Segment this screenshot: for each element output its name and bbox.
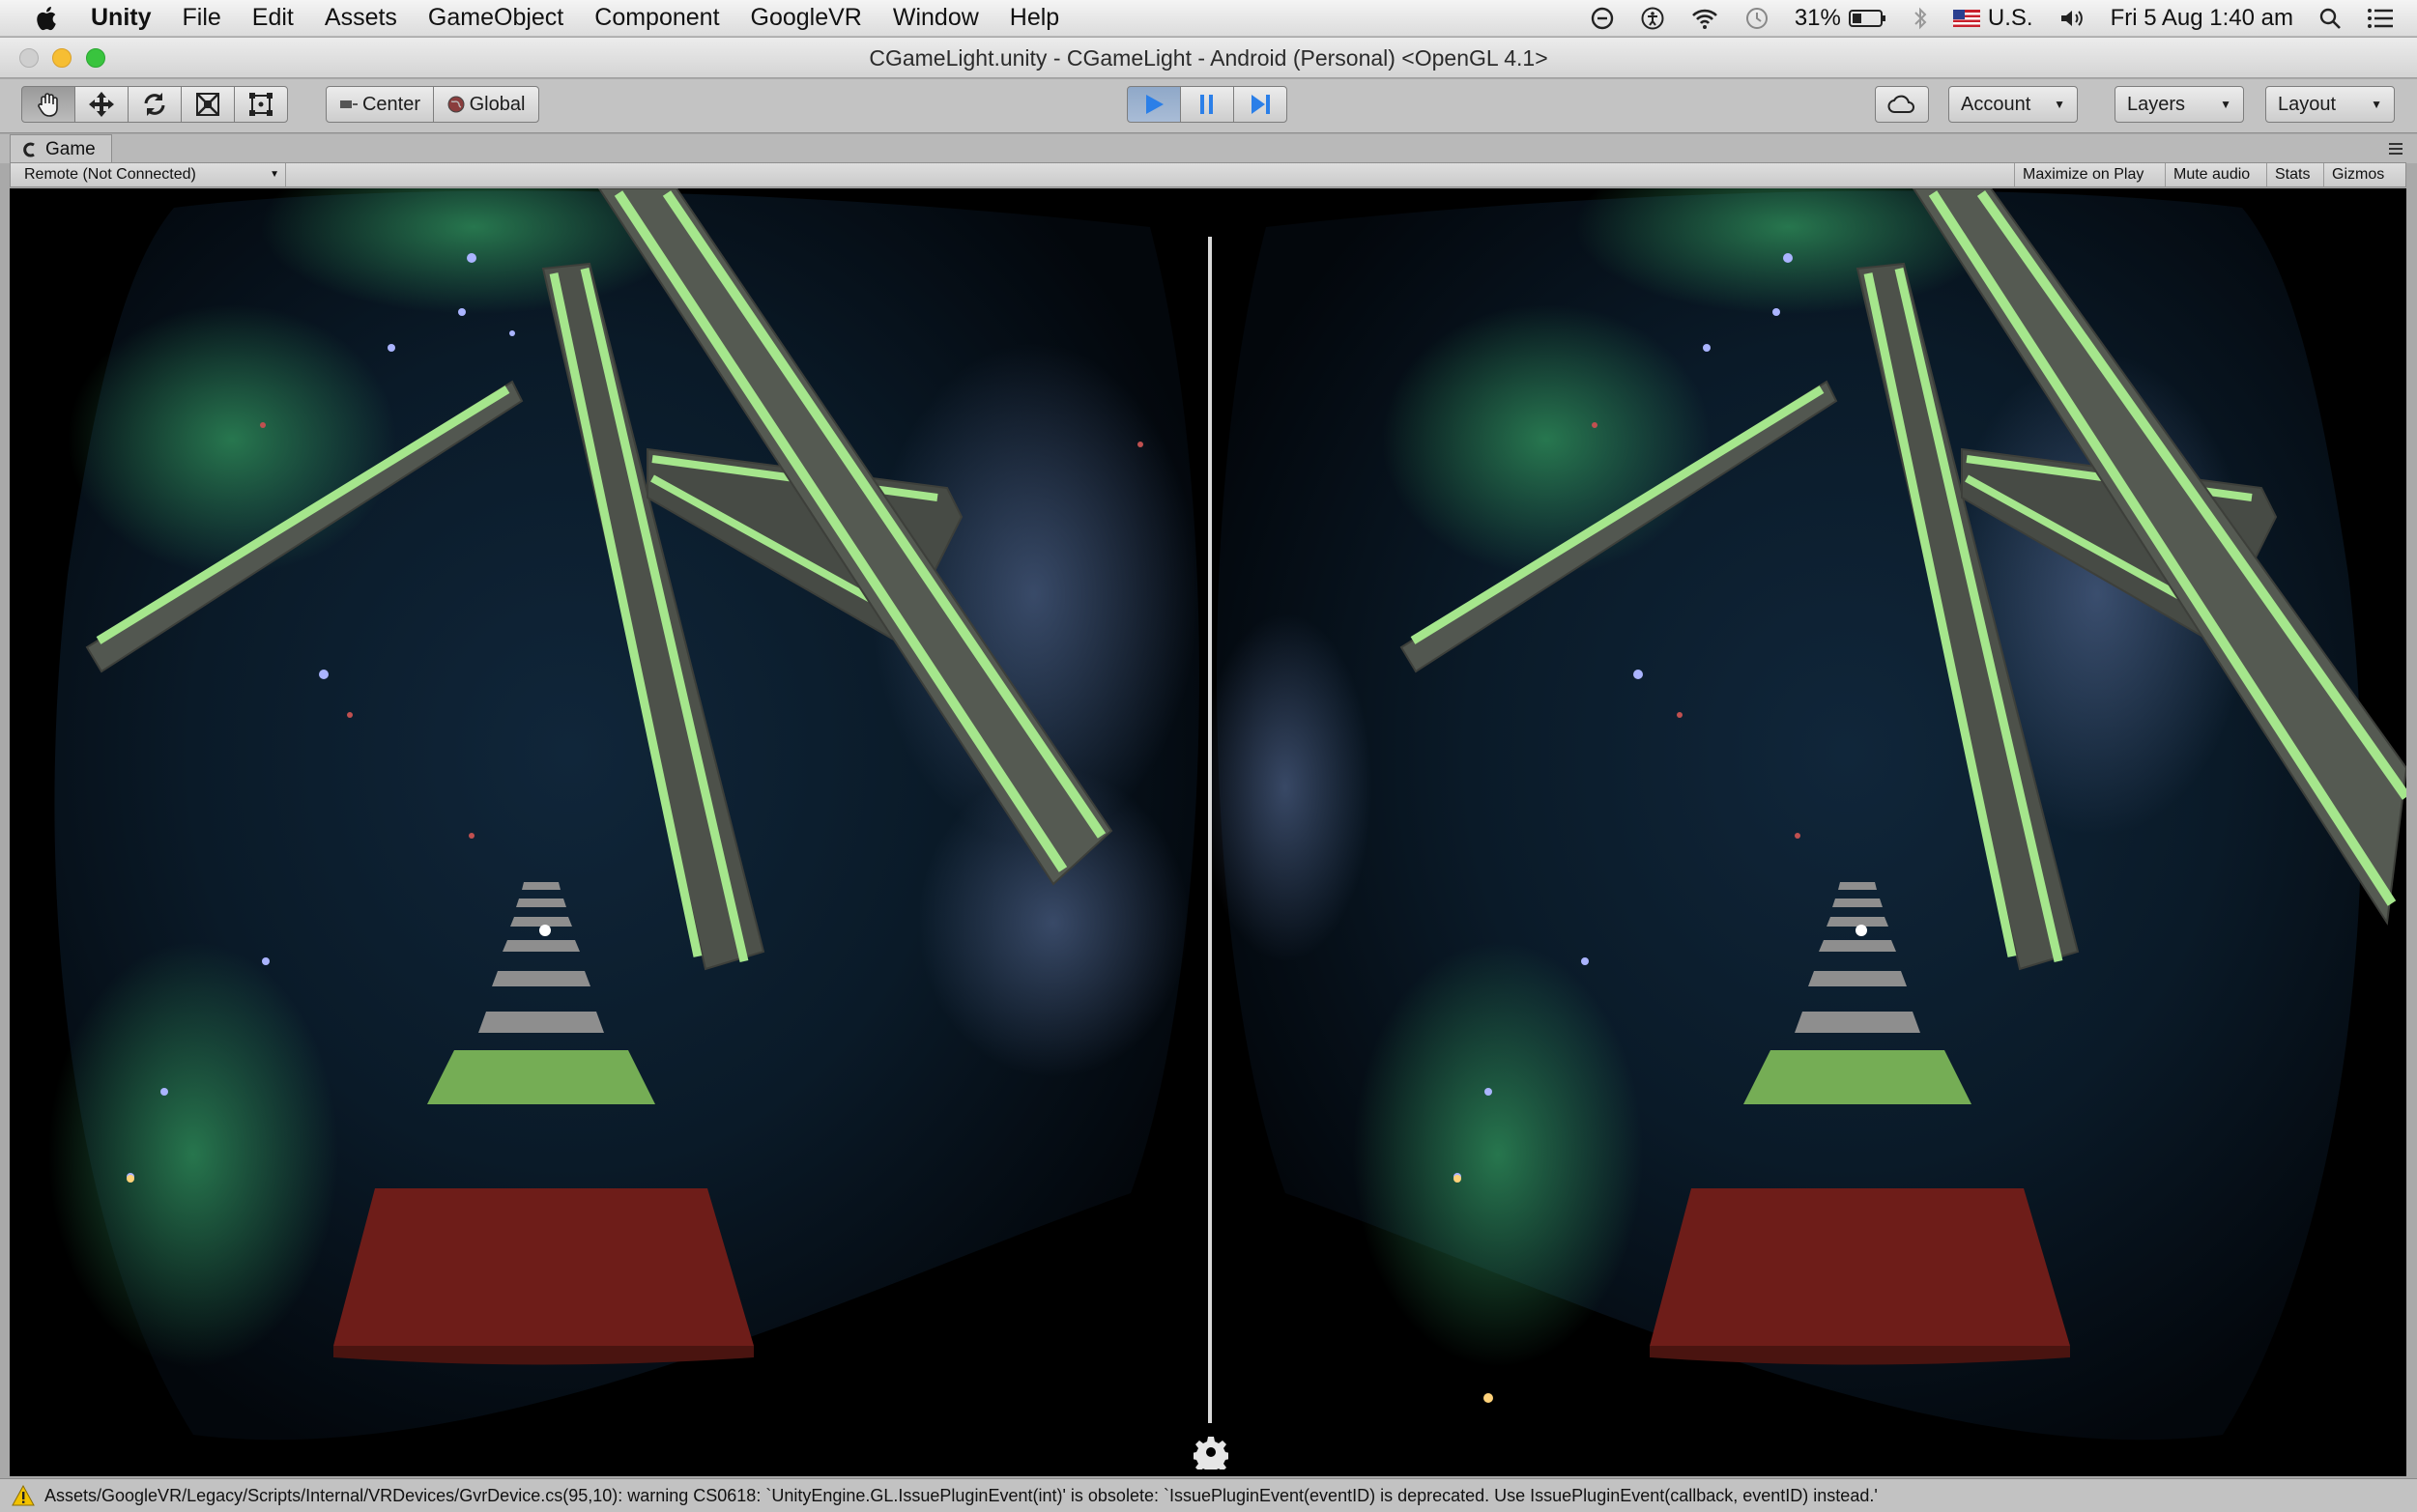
layout-dropdown[interactable]: Layout ▼ <box>2265 86 2395 123</box>
bluetooth-icon[interactable] <box>1913 6 1928 31</box>
step-icon <box>1252 95 1270 114</box>
apple-icon[interactable] <box>33 4 62 33</box>
console-message: Assets/GoogleVR/Legacy/Scripts/Internal/… <box>44 1485 1878 1505</box>
pause-button[interactable] <box>1180 86 1234 123</box>
pivot-center-icon <box>339 100 358 108</box>
sync-icon[interactable] <box>1590 6 1615 31</box>
menu-edit[interactable]: Edit <box>252 4 294 32</box>
layers-label: Layers <box>2127 93 2186 115</box>
pivot-center-label: Center <box>361 93 421 115</box>
rect-tool-button[interactable] <box>234 86 288 123</box>
game-view-toolbar: Remote (Not Connected) ▼ Maximize on Pla… <box>10 162 2407 205</box>
game-tab-label: Game <box>45 138 96 159</box>
vr-eye-divider <box>1208 237 1212 1423</box>
move-arrows-icon <box>89 92 114 117</box>
pivot-center-button[interactable]: Center <box>326 86 434 123</box>
clock[interactable]: Fri 5 Aug 1:40 am <box>2111 5 2293 32</box>
notification-center-icon[interactable] <box>2367 8 2394 29</box>
pivot-global-button[interactable]: Global <box>433 86 539 123</box>
tab-game[interactable]: Game <box>10 134 112 163</box>
play-button[interactable] <box>1127 86 1181 123</box>
rect-transform-icon <box>249 93 273 116</box>
menu-gameobject[interactable]: GameObject <box>428 4 563 32</box>
cloud-services-button[interactable] <box>1875 86 1929 123</box>
step-button[interactable] <box>1233 86 1287 123</box>
accessibility-icon[interactable] <box>1640 6 1665 31</box>
stats-toggle[interactable]: Stats <box>2266 163 2317 186</box>
mute-audio-toggle[interactable]: Mute audio <box>2165 163 2258 186</box>
console-status-bar[interactable]: Assets/GoogleVR/Legacy/Scripts/Internal/… <box>0 1478 2417 1512</box>
tab-strip: Game <box>0 134 2417 163</box>
globe-icon <box>447 96 465 113</box>
pause-icon <box>1200 95 1213 114</box>
rotate-icon <box>144 93 165 116</box>
stats-label: Stats <box>2275 166 2311 183</box>
game-tab-icon <box>23 142 35 157</box>
hand-tool-button[interactable] <box>21 86 75 123</box>
menu-file[interactable]: File <box>183 4 221 32</box>
panel-menu-icon[interactable] <box>2388 142 2403 156</box>
pivot-global-label: Global <box>469 93 526 115</box>
battery-percent: 31% <box>1794 5 1841 31</box>
dropdown-arrow-icon: ▼ <box>2054 98 2065 111</box>
menu-googlevr[interactable]: GoogleVR <box>751 4 862 32</box>
dropdown-arrow-icon: ▼ <box>2371 98 2382 111</box>
account-label: Account <box>1961 93 2031 115</box>
battery-icon[interactable] <box>1848 9 1887 28</box>
remote-device-dropdown[interactable]: Remote (Not Connected) ▼ <box>11 163 286 186</box>
layout-label: Layout <box>2278 93 2337 115</box>
right-eye-view <box>1208 188 2406 1441</box>
spotlight-search-icon[interactable] <box>2318 7 2342 30</box>
flag-us-icon[interactable] <box>1952 10 1980 27</box>
status-area: 31% U.S. Fri 5 Aug 1:40 am <box>1565 0 2394 37</box>
hand-icon <box>38 93 58 117</box>
window-title-bar: CGameLight.unity - CGameLight - Android … <box>0 38 2417 78</box>
wifi-icon[interactable] <box>1690 7 1719 30</box>
editor-toolbar: Center Global Account ▼ Layers ▼ Layout … <box>0 79 2417 133</box>
move-tool-button[interactable] <box>74 86 129 123</box>
input-source-label[interactable]: U.S. <box>1988 5 2033 32</box>
vr-settings-gear-icon[interactable] <box>1194 1435 1228 1469</box>
maximize-on-play-toggle[interactable]: Maximize on Play <box>2014 163 2151 186</box>
warning-icon <box>12 1485 35 1506</box>
playmode-controls <box>1127 86 1287 123</box>
menu-help[interactable]: Help <box>1010 4 1059 32</box>
maximize-on-play-label: Maximize on Play <box>2023 166 2144 183</box>
transform-tools <box>21 86 288 123</box>
scale-icon <box>196 93 219 116</box>
scale-tool-button[interactable] <box>181 86 235 123</box>
cloud-icon <box>1887 95 1914 113</box>
volume-icon[interactable] <box>2058 7 2086 30</box>
menu-window[interactable]: Window <box>893 4 979 32</box>
layers-dropdown[interactable]: Layers ▼ <box>2115 86 2244 123</box>
rotate-tool-button[interactable] <box>128 86 182 123</box>
gizmos-label: Gizmos <box>2332 166 2385 183</box>
menu-component[interactable]: Component <box>594 4 719 32</box>
dropdown-arrow-icon: ▼ <box>2220 98 2231 111</box>
menu-assets[interactable]: Assets <box>325 4 397 32</box>
left-eye-view <box>48 188 1199 1441</box>
gizmos-dropdown[interactable]: Gizmos ▼ <box>2323 163 2407 205</box>
account-dropdown[interactable]: Account ▼ <box>1948 86 2078 123</box>
remote-device-label: Remote (Not Connected) <box>24 166 196 183</box>
game-view[interactable] <box>10 188 2406 1476</box>
menu-unity[interactable]: Unity <box>91 4 152 32</box>
time-machine-icon[interactable] <box>1744 6 1770 31</box>
mute-audio-label: Mute audio <box>2173 166 2251 183</box>
play-icon <box>1146 95 1164 114</box>
window-title: CGameLight.unity - CGameLight - Android … <box>869 45 1548 71</box>
menu-bar: Unity File Edit Assets GameObject Compon… <box>0 0 2417 37</box>
dropdown-arrow-icon: ▼ <box>270 169 279 180</box>
